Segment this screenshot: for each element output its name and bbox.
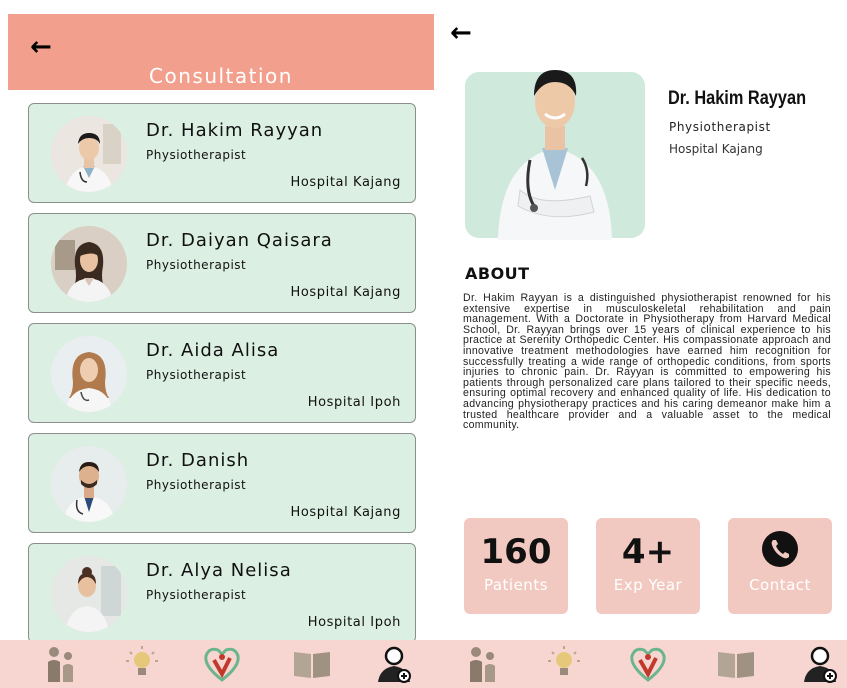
doctor-name: Dr. Alya Nelisa [146, 560, 292, 581]
experience-label: Exp Year [613, 576, 683, 594]
doctor-role: Physiotherapist [146, 588, 247, 602]
page-title: Consultation [149, 64, 293, 88]
phone-icon [761, 530, 799, 568]
doctor-name: Dr. Danish [146, 450, 250, 471]
doctor-name: Dr. Daiyan Qaisara [146, 230, 333, 251]
doctor-hospital: Hospital Ipoh [307, 395, 401, 410]
heart-person-icon[interactable] [626, 644, 670, 684]
lightbulb-icon[interactable] [120, 644, 164, 684]
heart-person-icon[interactable] [200, 644, 244, 684]
doctor-icon[interactable] [798, 644, 842, 684]
doctor-avatar [51, 336, 127, 412]
doctor-hospital: Hospital Ipoh [307, 615, 401, 630]
doctor-role: Physiotherapist [146, 478, 247, 492]
header-bar: ← Consultation [8, 14, 434, 90]
about-text: Dr. Hakim Rayyan is a distinguished phys… [463, 292, 831, 432]
doctor-card[interactable]: Dr. Daiyan Qaisara Physiotherapist Hospi… [28, 213, 416, 313]
doctor-role: Physiotherapist [146, 368, 247, 382]
bottom-nav [0, 640, 847, 688]
about-heading: ABOUT [465, 264, 530, 283]
doctor-avatar [51, 556, 127, 632]
doctor-avatar [51, 446, 127, 522]
doctor-photo [490, 40, 620, 240]
doctor-avatar [51, 116, 127, 192]
doctor-role: Physiotherapist [146, 148, 247, 162]
family-icon[interactable] [462, 644, 506, 684]
profile-role: Physiotherapist [669, 120, 771, 134]
lightbulb-icon[interactable] [542, 644, 586, 684]
patients-stat: 160 Patients [464, 518, 568, 614]
doctor-role: Physiotherapist [146, 258, 247, 272]
doctor-name: Dr. Hakim Rayyan [146, 120, 324, 141]
doctor-name: Dr. Aida Alisa [146, 340, 280, 361]
doctor-card[interactable]: Dr. Danish Physiotherapist Hospital Kaja… [28, 433, 416, 533]
consultation-screen: ← Consultation Dr. Hakim Rayyan Physioth… [0, 0, 434, 643]
book-icon[interactable] [290, 644, 334, 684]
family-icon[interactable] [40, 644, 84, 684]
book-icon[interactable] [714, 644, 758, 684]
profile-name: Dr. Hakim Rayyan [668, 88, 807, 109]
experience-years: 4+ [621, 532, 675, 572]
doctor-card[interactable]: Dr. Hakim Rayyan Physiotherapist Hospita… [28, 103, 416, 203]
doctor-card[interactable]: Dr. Alya Nelisa Physiotherapist Hospital… [28, 543, 416, 643]
contact-button[interactable]: Contact [728, 518, 832, 614]
contact-label: Contact [749, 576, 811, 594]
patients-label: Patients [483, 576, 549, 594]
doctor-profile-screen: ← Dr. Hakim Rayyan Physiotherapist Hospi… [440, 0, 847, 640]
doctor-icon[interactable] [372, 644, 416, 684]
doctor-hospital: Hospital Kajang [290, 505, 401, 520]
experience-stat: 4+ Exp Year [596, 518, 700, 614]
back-arrow-icon[interactable]: ← [30, 34, 52, 60]
profile-hospital: Hospital Kajang [669, 142, 763, 156]
doctor-hospital: Hospital Kajang [290, 175, 401, 190]
back-arrow-icon[interactable]: ← [450, 20, 472, 46]
doctor-hospital: Hospital Kajang [290, 285, 401, 300]
patients-count: 160 [480, 532, 552, 572]
doctor-avatar [51, 226, 127, 302]
doctor-card[interactable]: Dr. Aida Alisa Physiotherapist Hospital … [28, 323, 416, 423]
